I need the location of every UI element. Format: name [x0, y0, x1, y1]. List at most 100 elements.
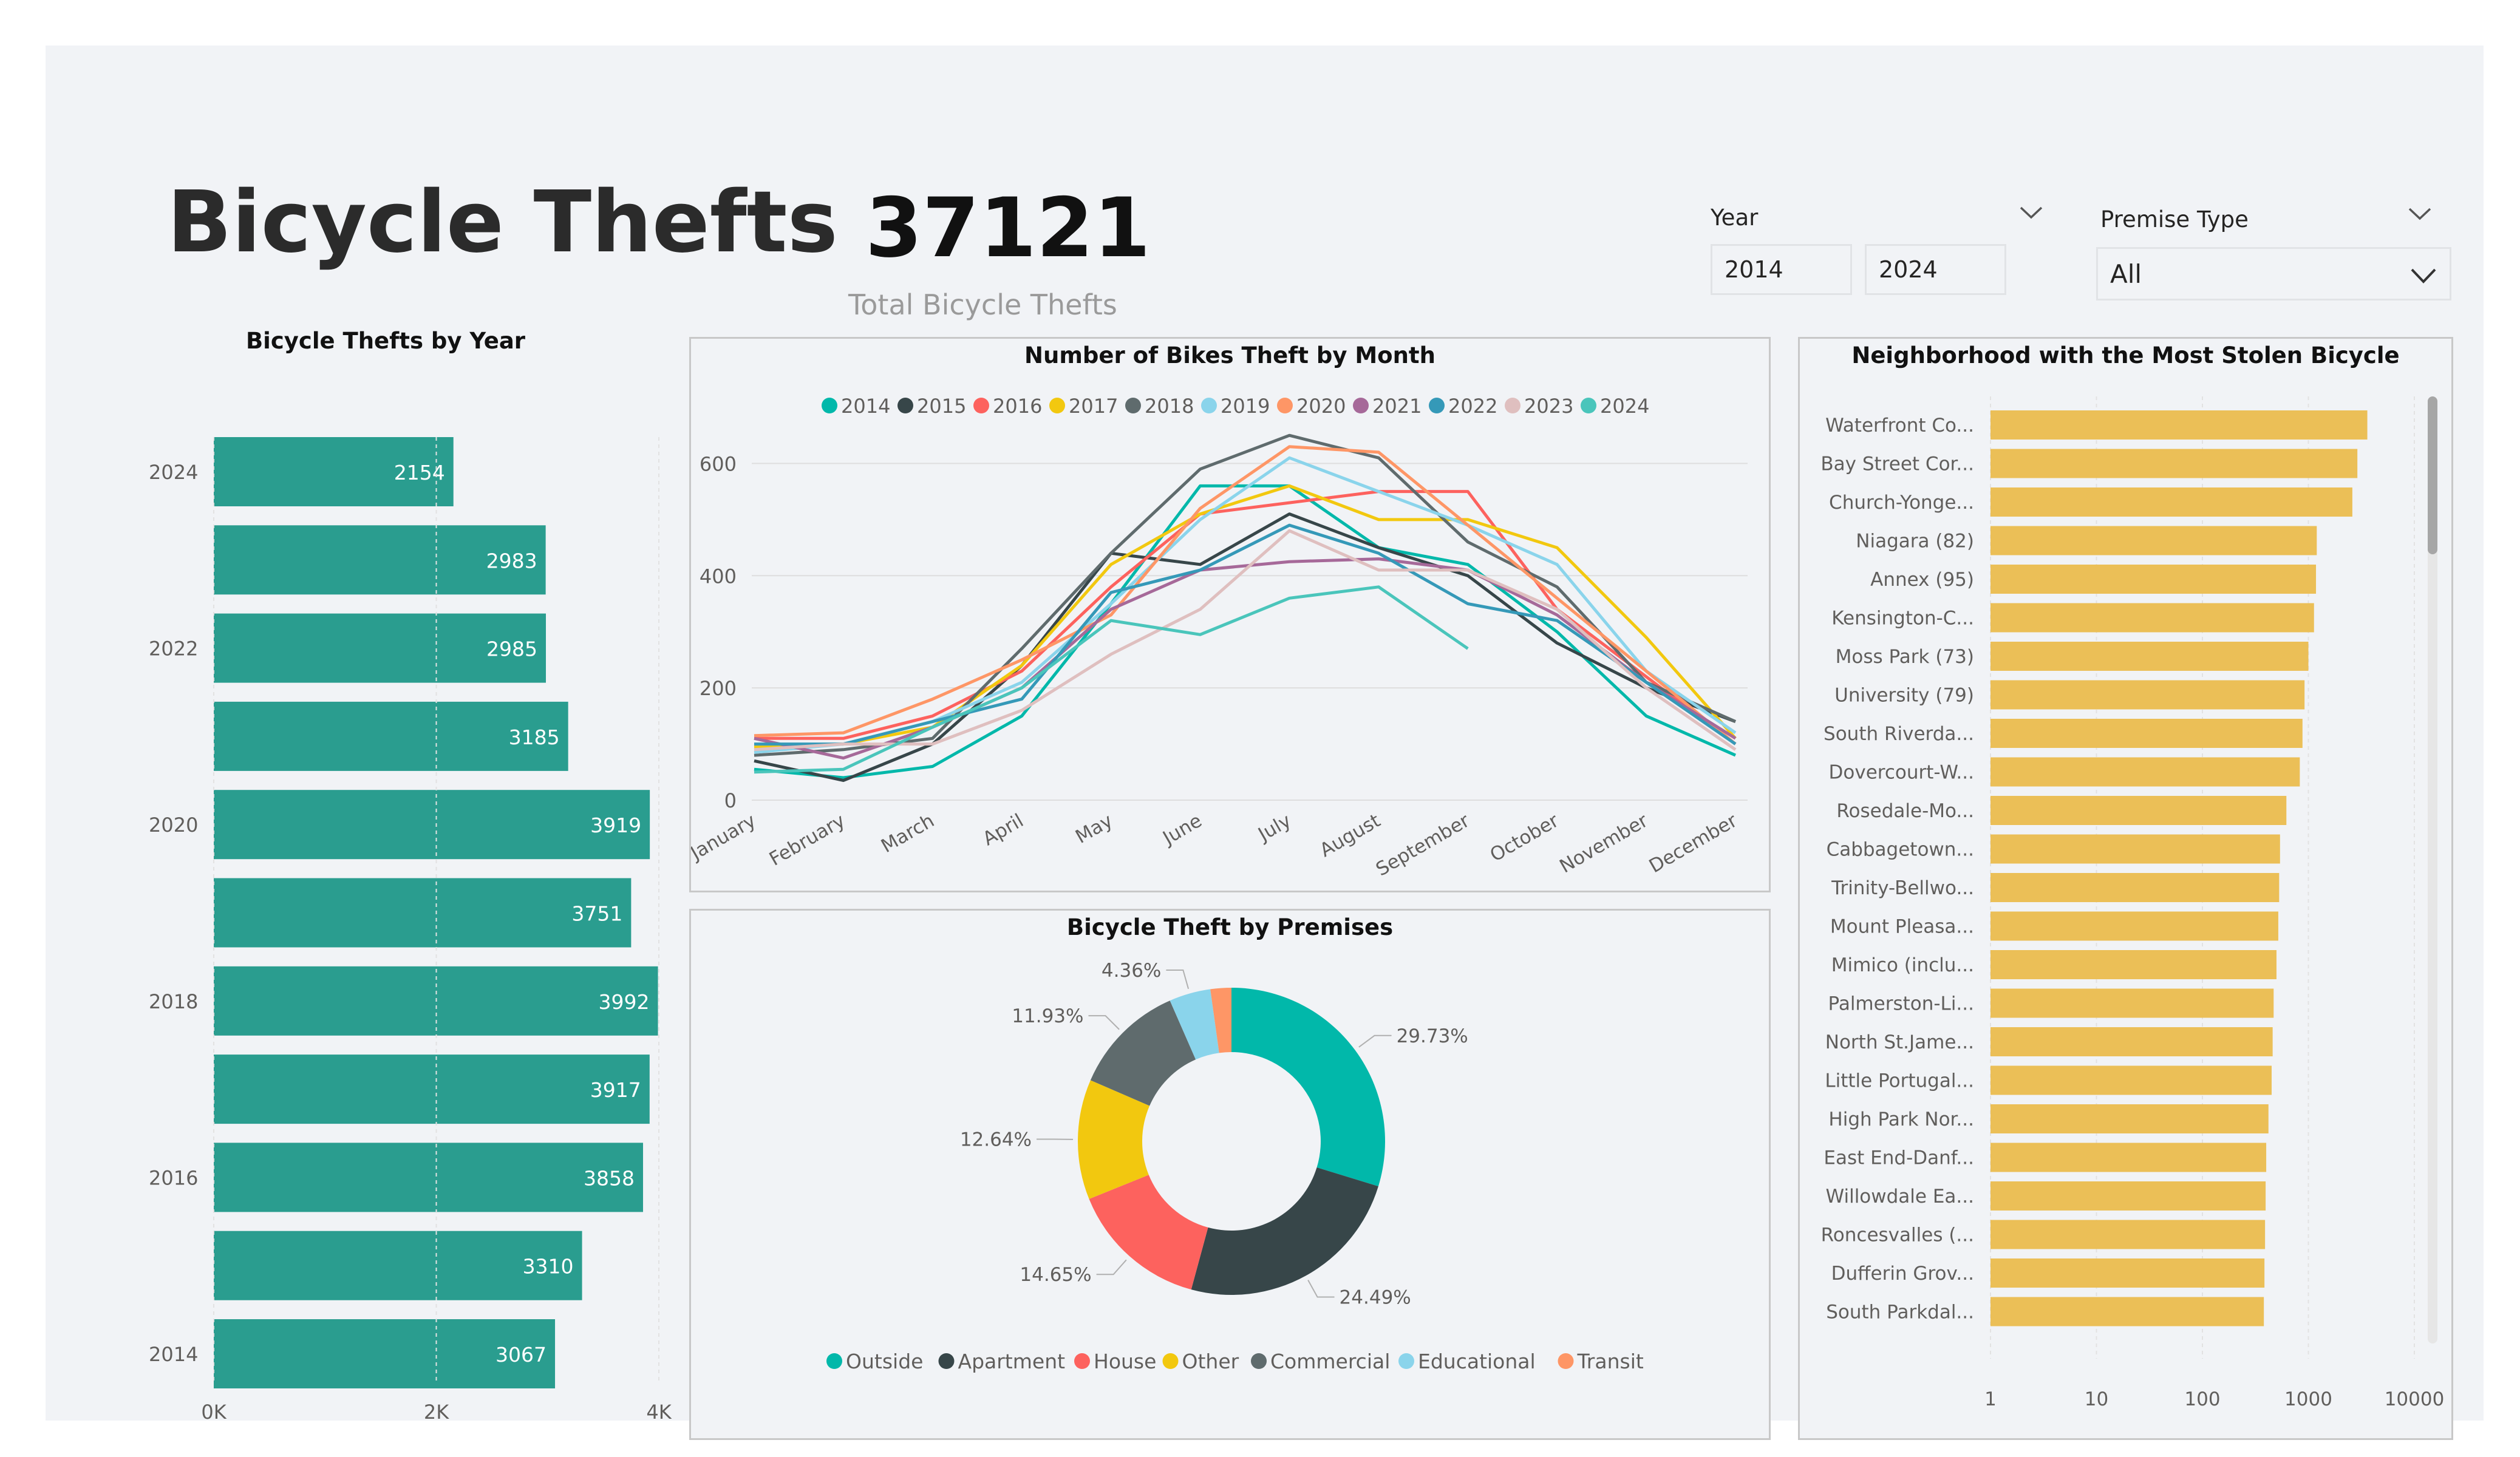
- report-canvas: Bicycle Thefts 37121 Total Bicycle Theft…: [46, 46, 2484, 1440]
- premise-type-value: All: [2110, 259, 2142, 289]
- bar-neighbourhood: [1990, 680, 2305, 710]
- bar-neighbourhood: [1990, 642, 2309, 671]
- y-tick-label: Kensington-C...: [1831, 608, 1974, 630]
- legend-marker-other: [1162, 1353, 1179, 1369]
- bar-data-label: 2985: [486, 637, 537, 661]
- legend-marker-2023: [1505, 398, 1521, 413]
- neighbourhood-chart-panel: Neighborhood with the Most Stolen Bicycl…: [1798, 337, 2453, 1440]
- x-tick-label: January: [691, 810, 760, 865]
- series-line-2020: [754, 445, 1737, 745]
- bar-year: [214, 790, 650, 860]
- series-line-2019: [754, 456, 1737, 754]
- y-tick-label: Bay Street Cor...: [1820, 453, 1974, 475]
- bar-data-label: 2154: [394, 461, 445, 484]
- bar-data-label: 3919: [590, 813, 641, 837]
- year-slicer-title: Year: [1711, 205, 1759, 231]
- year-slicer-chevron[interactable]: [2016, 200, 2046, 225]
- y-tick-label: South Riverda...: [1824, 723, 1974, 745]
- legend-marker-house: [1074, 1353, 1090, 1369]
- slice-data-label: 11.93%: [1012, 1005, 1083, 1027]
- legend-label: Educational: [1418, 1350, 1536, 1373]
- premise-slicer-title: Premise Type: [2100, 206, 2249, 233]
- x-tick-label: March: [877, 810, 938, 857]
- slice-data-label: 14.65%: [1020, 1264, 1091, 1286]
- bar-data-label: 3310: [523, 1255, 574, 1279]
- month-line-chart: 0 200 400 600 January February March April May Ju…: [691, 395, 1748, 881]
- legend-marker-commercial: [1251, 1353, 1267, 1369]
- year-chart-panel: Bicycle Thefts by Year 2154 2024 2983 2985 2…: [82, 328, 689, 1439]
- premises-chart-panel: Bicycle Theft by Premises 29.73% 24.49% 14…: [689, 909, 1771, 1440]
- bar-data-label: 3917: [590, 1078, 641, 1102]
- y-tick-label: Roncesvalles (...: [1821, 1224, 1974, 1246]
- x-tick-label: 10: [2085, 1388, 2108, 1410]
- legend-marker-2022: [1429, 398, 1445, 413]
- premise-slicer-chevron[interactable]: [2405, 202, 2435, 226]
- legend-marker-2014: [822, 398, 837, 413]
- y-tick-label: 2014: [149, 1343, 198, 1366]
- legend-label: 2019: [1221, 395, 1270, 418]
- y-tick-label: Cabbagetown...: [1827, 839, 1974, 861]
- x-tick-label: 1: [1984, 1388, 1997, 1410]
- legend-marker-2015: [897, 398, 913, 413]
- legend-label: Other: [1182, 1350, 1239, 1373]
- bar-neighbourhood: [1990, 449, 2358, 478]
- legend-marker-2017: [1049, 398, 1065, 413]
- x-tick-label: 100: [2184, 1388, 2220, 1410]
- chevron-down-icon: [2408, 208, 2431, 220]
- kpi-total-value: 37121: [865, 180, 1151, 276]
- year-to-input[interactable]: 2024: [1865, 244, 2006, 295]
- bar-neighbourhood: [1990, 719, 2303, 748]
- y-tick-label: Palmerston-Li...: [1828, 993, 1974, 1015]
- bar-neighbourhood: [1990, 834, 2280, 864]
- bar-data-label: 3185: [509, 725, 560, 749]
- legend-marker-2020: [1277, 398, 1293, 413]
- bar-data-label: 3751: [571, 902, 622, 926]
- leader-line: [1307, 1280, 1335, 1298]
- y-tick-label: South Parkdal...: [1826, 1302, 1974, 1323]
- slice-data-label: 12.64%: [960, 1129, 1032, 1151]
- y-tick-label: Mimico (inclu...: [1831, 954, 1974, 976]
- x-tick-label: 1000: [2284, 1388, 2332, 1410]
- leader-line: [1358, 1034, 1392, 1048]
- bar-neighbourhood: [1990, 1065, 2272, 1095]
- leader-line: [1088, 1015, 1120, 1030]
- donut-slice-house: [1089, 1175, 1208, 1290]
- scrollbar-thumb[interactable]: [2428, 396, 2437, 554]
- y-tick-label: 400: [700, 565, 737, 588]
- bar-data-label: 3858: [584, 1166, 635, 1190]
- bar-neighbourhood: [1990, 487, 2352, 517]
- legend-label: 2018: [1145, 395, 1194, 418]
- bar-data-label: 3992: [599, 990, 650, 1014]
- legend-label: House: [1094, 1350, 1156, 1373]
- legend-label: Outside: [846, 1350, 923, 1373]
- chevron-down-icon: [2020, 206, 2043, 219]
- bar-neighbourhood: [1990, 1104, 2269, 1133]
- legend-label: 2024: [1600, 395, 1649, 418]
- x-tick-label: July: [1253, 810, 1295, 846]
- year-bar-chart: 2154 2024 2983 2985 2022 3185 3919 2020 3751 3992…: [149, 437, 672, 1421]
- y-tick-label: 2020: [149, 813, 198, 837]
- x-tick-label: June: [1158, 810, 1205, 850]
- legend-label: 2023: [1524, 395, 1573, 418]
- year-from-input[interactable]: 2014: [1711, 244, 1852, 295]
- premise-type-dropdown[interactable]: All: [2096, 247, 2451, 301]
- y-tick-label: Dufferin Grov...: [1831, 1263, 1974, 1285]
- bar-neighbourhood: [1990, 796, 2287, 825]
- donut-slice-apartment: [1191, 1167, 1378, 1295]
- bar-neighbourhood: [1990, 873, 2280, 902]
- y-tick-label: Mount Pleasa...: [1830, 916, 1974, 938]
- y-tick-label: High Park Nor...: [1828, 1109, 1974, 1130]
- bar-neighbourhood: [1990, 526, 2317, 555]
- bar-neighbourhood: [1990, 950, 2277, 979]
- scrollbar-track[interactable]: [2428, 396, 2437, 1343]
- legend-marker-2016: [973, 398, 989, 413]
- leader-line: [1096, 1259, 1127, 1275]
- x-tick-label: 2K: [424, 1401, 449, 1421]
- neighbourhood-bar-chart: 1 10 100 1000 10000 Waterfront Co... Bay Stree…: [1820, 396, 2444, 1410]
- y-tick-label: Dovercourt-W...: [1829, 762, 1974, 784]
- legend-label: 2014: [841, 395, 890, 418]
- legend-label: 2016: [993, 395, 1042, 418]
- y-tick-label: 200: [700, 677, 737, 700]
- bar-neighbourhood: [1990, 1181, 2266, 1211]
- legend-label: Transit: [1577, 1350, 1644, 1373]
